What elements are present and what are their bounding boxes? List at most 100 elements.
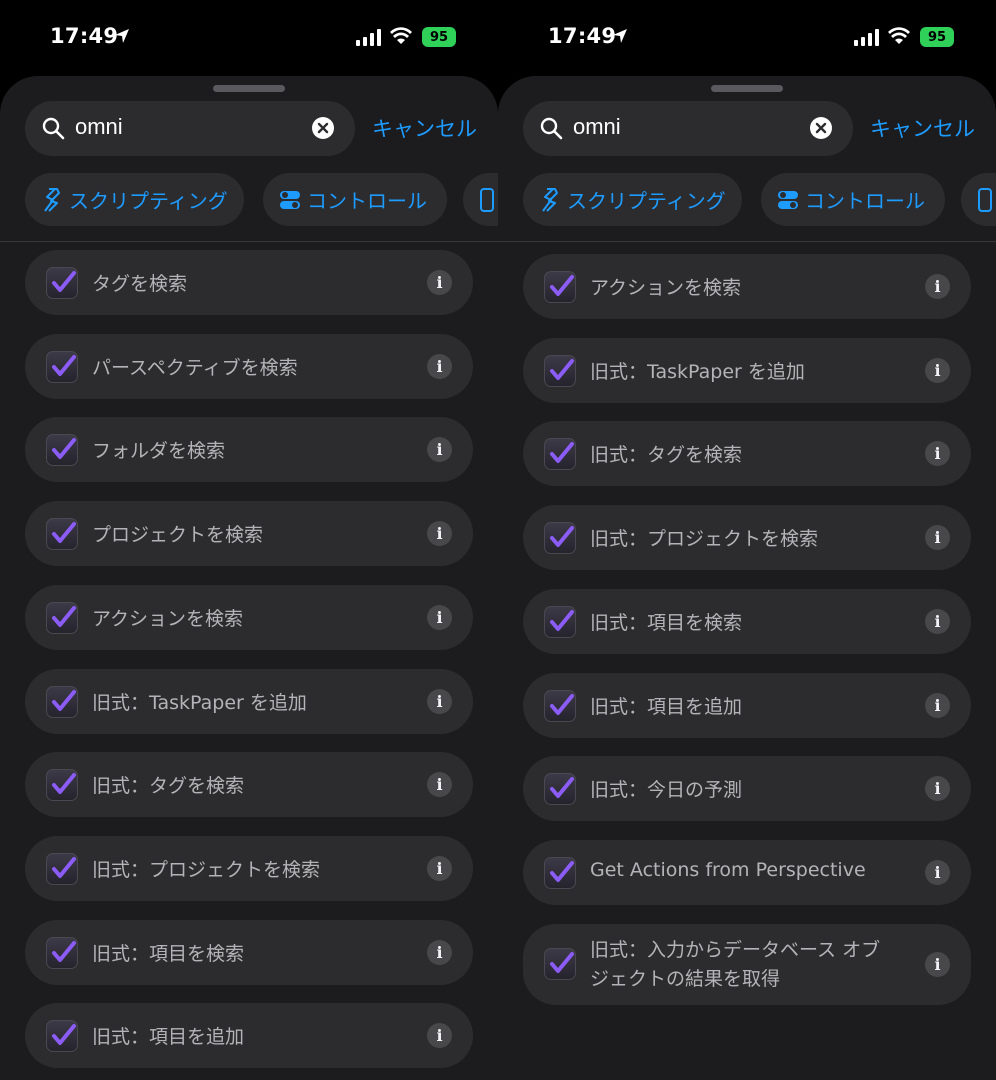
list-item[interactable]: 旧式：プロジェクトを検索 i	[523, 505, 971, 571]
list-item[interactable]: 旧式：TaskPaper を追加 i	[25, 668, 473, 734]
omnifocus-check-icon	[544, 689, 576, 722]
list-item[interactable]: 旧式：今日の予測 i	[523, 756, 971, 822]
chip-device[interactable]	[463, 173, 498, 226]
list-item[interactable]: 旧式：項目を検索 i	[523, 588, 971, 654]
list-item-label: 旧式：TaskPaper を追加	[590, 360, 805, 383]
info-icon[interactable]: i	[427, 270, 452, 295]
list-item[interactable]: 旧式：TaskPaper を追加 i	[523, 337, 971, 403]
list-item-label: パースペクティブを検索	[92, 356, 298, 379]
battery-indicator: 95	[920, 27, 954, 47]
info-icon[interactable]: i	[427, 437, 452, 463]
search-input[interactable]: omni	[573, 114, 621, 140]
omnifocus-check-icon	[46, 518, 78, 551]
info-icon[interactable]: i	[427, 939, 452, 965]
info-icon[interactable]: i	[427, 855, 452, 881]
info-icon[interactable]: i	[427, 353, 452, 379]
cancel-button[interactable]: キャンセル	[870, 113, 975, 143]
list-item-label: 旧式：今日の予測	[590, 779, 743, 802]
list-item-label: 旧式：TaskPaper を追加	[92, 691, 307, 714]
list-item-label: 旧式：項目を検索	[92, 942, 245, 965]
info-icon[interactable]: i	[925, 776, 950, 802]
search-input[interactable]: omni	[75, 114, 123, 140]
info-icon[interactable]: i	[427, 604, 452, 630]
chip-controls[interactable]: コントロール	[761, 173, 945, 226]
list-item-label: 旧式：項目を追加	[92, 1026, 245, 1049]
search-field[interactable]: omni	[523, 101, 853, 156]
info-icon[interactable]: i	[427, 521, 452, 547]
omnifocus-check-icon	[46, 685, 78, 718]
list-item[interactable]: 旧式：項目を追加 i	[523, 672, 971, 738]
info-icon[interactable]: i	[925, 859, 950, 885]
list-item[interactable]: プロジェクトを検索 i	[25, 501, 473, 567]
list-item[interactable]: 旧式：入力からデータベース オブジェクトの結果を取得 i	[523, 923, 971, 1005]
divider	[498, 241, 996, 242]
clear-icon[interactable]	[312, 117, 334, 139]
chip-label: コントロール	[307, 189, 427, 213]
chip-label: コントロール	[805, 189, 925, 213]
right-screen: 17:49 95 omni キャンセル スクリプティング コントロール アクショ…	[498, 0, 996, 1080]
info-icon[interactable]: i	[925, 525, 950, 551]
list-item[interactable]: アクションを検索 i	[523, 254, 971, 319]
list-item[interactable]: 旧式：項目を検索 i	[25, 919, 473, 985]
status-time: 17:49	[548, 24, 617, 48]
search-icon	[42, 117, 65, 140]
location-arrow-icon	[115, 29, 129, 43]
list-item-label: アクションを検索	[92, 607, 244, 630]
location-arrow-icon	[613, 29, 627, 43]
sheet-grabber[interactable]	[711, 85, 783, 92]
cellular-signal-icon	[356, 29, 381, 46]
info-icon[interactable]: i	[925, 692, 950, 718]
omnifocus-check-icon	[46, 936, 78, 969]
chip-controls[interactable]: コントロール	[263, 173, 447, 226]
chip-device[interactable]	[961, 173, 996, 226]
info-icon[interactable]: i	[925, 357, 950, 383]
omnifocus-check-icon	[46, 601, 78, 634]
list-item[interactable]: アクションを検索 i	[25, 584, 473, 650]
scripting-icon	[44, 187, 60, 212]
omnifocus-check-icon	[544, 605, 576, 638]
status-time: 17:49	[50, 24, 119, 48]
list-item[interactable]: パースペクティブを検索 i	[25, 333, 473, 399]
wifi-icon	[888, 27, 910, 44]
toggle-icon	[778, 190, 798, 209]
list-item[interactable]: フォルダを検索 i	[25, 417, 473, 483]
info-icon[interactable]: i	[427, 688, 452, 714]
list-item[interactable]: 旧式：項目を追加 i	[25, 1003, 473, 1069]
info-icon[interactable]: i	[427, 1023, 452, 1049]
list-item-label: 旧式：入力からデータベース オブジェクトの結果を取得	[590, 938, 881, 990]
search-field[interactable]: omni	[25, 101, 355, 156]
list-item[interactable]: 旧式：プロジェクトを検索 i	[25, 835, 473, 901]
info-icon[interactable]: i	[925, 274, 950, 299]
list-item-label: 旧式：タグを検索	[590, 444, 743, 467]
chip-label: スクリプティング	[567, 189, 726, 213]
list-item[interactable]: タグを検索 i	[25, 250, 473, 315]
search-icon	[540, 117, 563, 140]
omnifocus-check-icon	[544, 438, 576, 471]
chip-scripting[interactable]: スクリプティング	[523, 173, 742, 226]
chip-scripting[interactable]: スクリプティング	[25, 173, 244, 226]
sheet-grabber[interactable]	[213, 85, 285, 92]
info-icon[interactable]: i	[925, 441, 950, 467]
cancel-button[interactable]: キャンセル	[372, 113, 477, 143]
list-item[interactable]: 旧式：タグを検索 i	[523, 421, 971, 487]
status-bar: 17:49 95	[498, 0, 996, 75]
omnifocus-check-icon	[544, 522, 576, 555]
status-bar: 17:49 95	[0, 0, 498, 75]
omnifocus-check-icon	[46, 267, 78, 299]
omnifocus-check-icon	[46, 434, 78, 467]
toggle-icon	[280, 190, 300, 209]
info-icon[interactable]: i	[925, 608, 950, 634]
cellular-signal-icon	[854, 29, 879, 46]
list-item-label: 旧式：プロジェクトを検索	[590, 528, 819, 551]
omnifocus-check-icon	[46, 769, 78, 802]
device-icon	[480, 187, 494, 212]
clear-icon[interactable]	[810, 117, 832, 139]
info-icon[interactable]: i	[925, 951, 950, 977]
search-sheet: omni キャンセル スクリプティング コントロール アクションを検索 i 旧式：T…	[498, 76, 996, 1080]
list-item[interactable]: 旧式：タグを検索 i	[25, 752, 473, 818]
omnifocus-check-icon	[544, 856, 576, 889]
list-item-label: タグを検索	[92, 273, 188, 295]
info-icon[interactable]: i	[427, 772, 452, 798]
battery-indicator: 95	[422, 27, 456, 47]
list-item[interactable]: Get Actions from Perspective i	[523, 839, 971, 905]
